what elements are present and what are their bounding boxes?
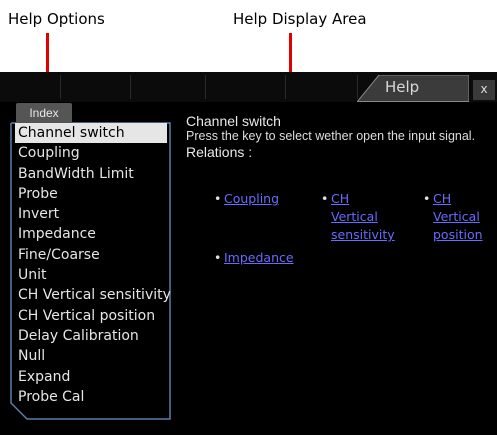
relation-link[interactable]: • CH Vertical position: [423, 190, 483, 244]
index-item[interactable]: Channel switch: [15, 123, 167, 144]
relation-link[interactable]: • Coupling: [214, 190, 279, 208]
relation-link-text[interactable]: CH: [433, 190, 483, 208]
relation-link-text[interactable]: Impedance: [224, 249, 294, 267]
bullet-icon: •: [321, 191, 329, 206]
bullet-icon: •: [214, 250, 222, 265]
index-item[interactable]: Probe: [15, 184, 167, 204]
help-tab-label: Help: [385, 78, 420, 96]
index-item[interactable]: Unit: [15, 265, 167, 285]
relation-link-text[interactable]: position: [433, 226, 483, 244]
relation-link-text[interactable]: Coupling: [224, 190, 279, 208]
top-strip-cell: [130, 75, 206, 99]
index-item[interactable]: BandWidth Limit: [15, 164, 167, 184]
help-display-area: Channel switch Press the key to select w…: [186, 113, 491, 161]
index-item[interactable]: Invert: [15, 204, 167, 224]
relation-link-text[interactable]: Vertical: [433, 208, 483, 226]
bullet-icon: •: [214, 191, 222, 206]
bullet-icon: •: [423, 191, 431, 206]
help-options-callout: Help Options: [8, 10, 105, 28]
relation-link-text[interactable]: CH: [331, 190, 395, 208]
help-window-tab: Help: [357, 75, 469, 102]
top-strip-cell: [205, 75, 286, 99]
index-item[interactable]: Probe Cal: [15, 387, 167, 407]
relation-link-text[interactable]: Vertical: [331, 208, 395, 226]
close-button[interactable]: x: [473, 80, 495, 100]
index-tab[interactable]: Index: [16, 103, 72, 123]
relation-link-text[interactable]: sensitivity: [331, 226, 395, 244]
index-item[interactable]: CH Vertical position: [15, 306, 167, 326]
index-list: Channel switch Coupling BandWidth Limit Pro…: [15, 123, 171, 407]
index-panel: Index Channel switch Coupling BandWidth Li…: [10, 103, 171, 421]
relation-link[interactable]: • CH Vertical sensitivity: [321, 190, 395, 244]
index-item[interactable]: Delay Calibration: [15, 326, 167, 346]
index-item[interactable]: Coupling: [15, 143, 167, 163]
index-item[interactable]: Impedance: [15, 224, 167, 244]
help-topic-description: Press the key to select wether open the …: [186, 129, 476, 143]
top-strip-cell: [60, 75, 131, 99]
index-item[interactable]: CH Vertical sensitivity: [15, 285, 171, 305]
help-screen: Help x Index Channel switch Coupling BandW…: [0, 72, 497, 435]
help-topic-title: Channel switch: [186, 113, 281, 129]
relation-link[interactable]: • Impedance: [214, 249, 294, 267]
index-item[interactable]: Null: [15, 346, 167, 366]
top-strip-cell: [285, 75, 358, 99]
index-item[interactable]: Expand: [15, 367, 167, 387]
relations-label: Relations :: [186, 144, 253, 160]
top-strip-cell: [0, 75, 61, 99]
index-item[interactable]: Fine/Coarse: [15, 245, 167, 265]
help-display-area-callout: Help Display Area: [233, 10, 367, 28]
